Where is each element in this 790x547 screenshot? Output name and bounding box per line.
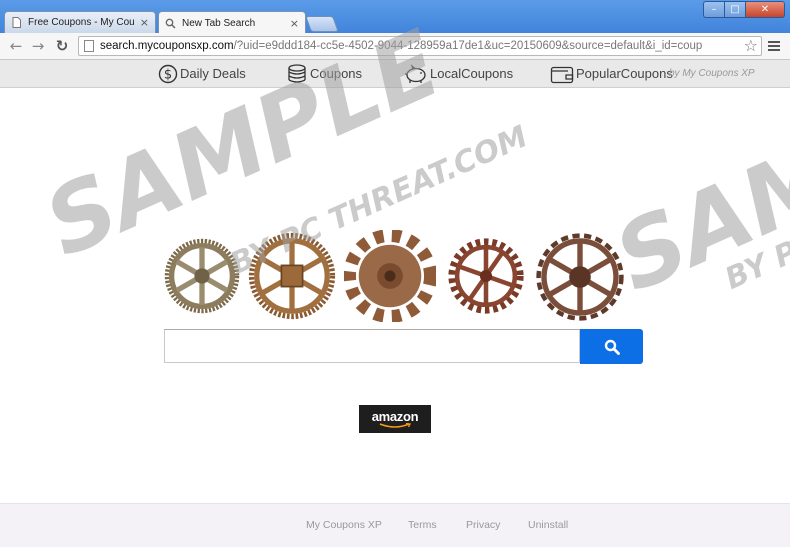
gear-3-icon <box>344 230 436 322</box>
amazon-link[interactable]: amazon <box>359 405 431 433</box>
coin-stack-icon <box>288 63 306 83</box>
back-button[interactable]: ← <box>6 36 26 56</box>
amazon-smile-icon <box>379 422 411 428</box>
coupon-bar-label: PopularCoupons <box>576 66 673 81</box>
maximize-button[interactable]: □ <box>724 1 745 18</box>
coupon-bar-local-coupons[interactable]: LocalCoupons <box>404 62 513 85</box>
address-bar[interactable]: search.mycouponsxp.com/?uid=e9ddd184-cc5… <box>78 36 762 56</box>
search-button[interactable] <box>580 329 643 364</box>
coupon-bar-daily-deals[interactable]: $ Daily Deals <box>158 62 246 85</box>
tab-strip: Free Coupons - My Coupo × New Tab Search… <box>4 11 604 34</box>
dollar-coin-icon: $ <box>158 64 178 83</box>
tab-label: New Tab Search <box>182 17 256 29</box>
new-tab-button[interactable] <box>305 16 339 32</box>
coupon-bar-popular-coupons[interactable]: PopularCoupons <box>550 62 673 85</box>
tab-new-tab-search[interactable]: New Tab Search × <box>158 11 306 34</box>
browser-toolbar: ← → ↻ search.mycouponsxp.com/?uid=e9ddd1… <box>0 33 790 60</box>
gears-logo <box>160 228 640 328</box>
menu-icon[interactable] <box>768 41 780 53</box>
footer-link-my-coupons-xp[interactable]: My Coupons XP <box>306 519 382 531</box>
close-window-button[interactable]: ✕ <box>745 1 785 18</box>
bookmark-star-icon[interactable]: ☆ <box>744 36 758 55</box>
page-icon <box>84 40 94 52</box>
search-input[interactable] <box>164 329 580 363</box>
svg-text:$: $ <box>164 67 172 82</box>
amazon-logo-text: amazon <box>371 408 419 424</box>
page-content: amazon <box>0 88 790 503</box>
coupon-bar-coupons[interactable]: Coupons <box>286 62 362 85</box>
piggy-bank-icon <box>405 63 426 83</box>
coupon-bar-brand: by My Coupons XP <box>669 68 755 79</box>
tab-free-coupons[interactable]: Free Coupons - My Coupo × <box>4 11 156 33</box>
coupon-toolbar: $ Daily Deals Coupons LocalCoupons Popul… <box>0 60 790 88</box>
footer-link-uninstall[interactable]: Uninstall <box>528 519 568 531</box>
gear-4-icon <box>448 238 524 314</box>
coupon-bar-label: Coupons <box>310 66 363 81</box>
search-icon <box>165 18 176 29</box>
forward-button[interactable]: → <box>28 36 48 56</box>
page-footer: My Coupons XP Terms Privacy Uninstall <box>0 503 790 547</box>
url-path: /?uid=e9ddd184-cc5e-4502-9044-128959a17d… <box>233 40 703 52</box>
gear-2-icon <box>248 232 336 320</box>
tab-label: Free Coupons - My Coupo <box>28 17 134 28</box>
page-icon <box>12 17 21 28</box>
footer-link-privacy[interactable]: Privacy <box>466 519 500 531</box>
tab-close-icon[interactable]: × <box>140 16 149 29</box>
wallet-icon <box>550 66 574 83</box>
minimize-button[interactable]: – <box>703 1 724 18</box>
footer-link-terms[interactable]: Terms <box>408 519 437 531</box>
gear-5-icon <box>536 233 624 321</box>
coupon-bar-label: Daily Deals <box>180 66 246 81</box>
tab-close-icon[interactable]: × <box>290 17 299 30</box>
window-controls: – □ ✕ <box>703 1 785 18</box>
reload-button[interactable]: ↻ <box>52 36 72 56</box>
magnifier-icon <box>604 339 620 355</box>
gear-1-icon <box>164 238 240 314</box>
url-host: search.mycouponsxp.com <box>100 40 234 52</box>
coupon-bar-label: LocalCoupons <box>430 66 514 81</box>
